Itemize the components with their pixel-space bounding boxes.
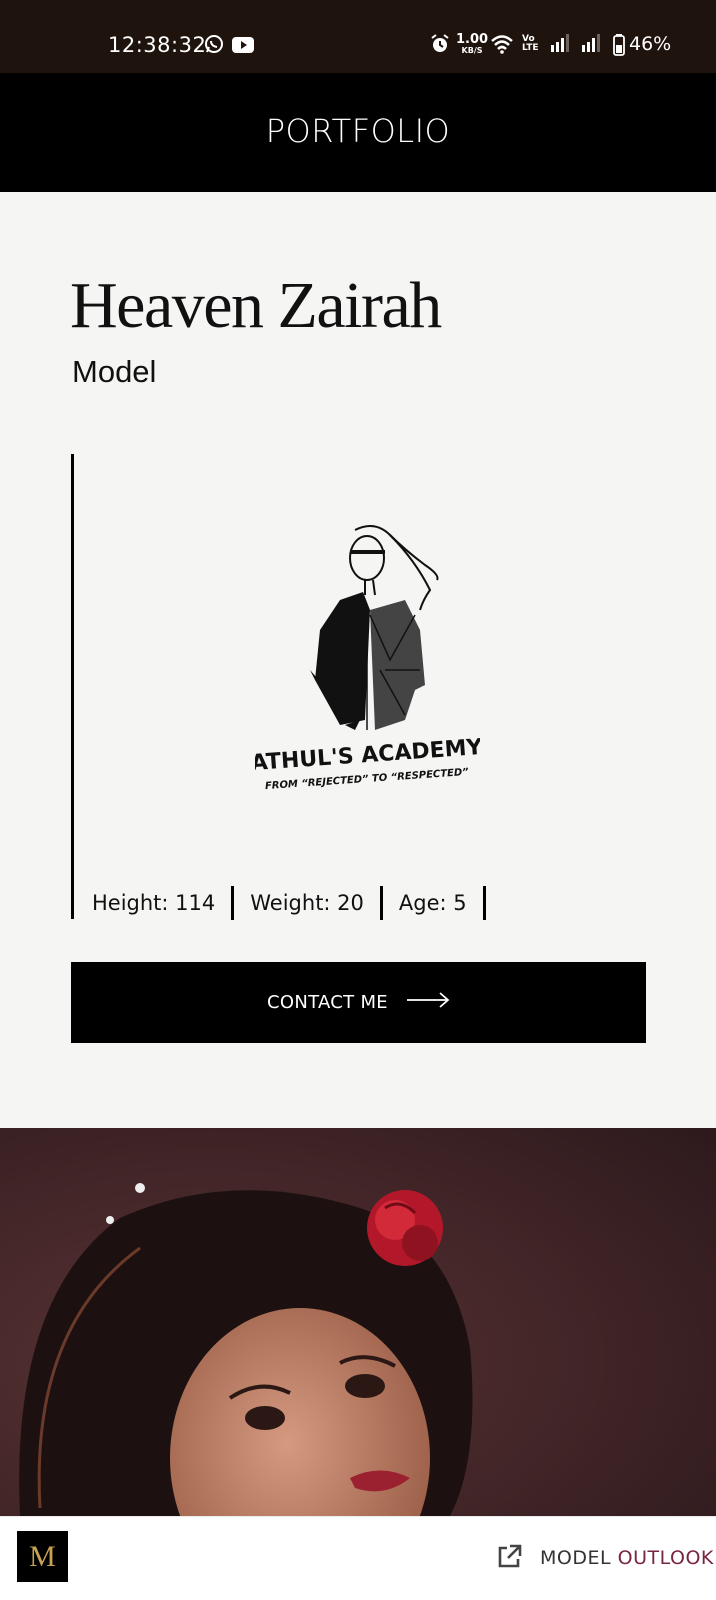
status-time: 12:38:32 <box>108 33 207 57</box>
stat-divider <box>231 886 235 920</box>
profile-name: Heaven Zairah <box>70 269 442 342</box>
status-bar: 12:38:32 1.00 KB/S Vo LTE 46% <box>0 0 716 73</box>
page-title: PORTFOLIO <box>265 112 451 150</box>
brand-text-part1: MODEL <box>540 1547 618 1569</box>
stat-divider <box>482 886 486 920</box>
signal-icon <box>582 34 602 57</box>
battery-icon <box>613 34 625 61</box>
network-speed: 1.00 KB/S <box>456 32 489 55</box>
alarm-icon <box>430 34 450 59</box>
bottom-bar: M MODEL OUTLOOK <box>0 1516 716 1600</box>
brand-text-part2: OUTLOOK <box>617 1547 714 1569</box>
stat-age: Age: 5 <box>399 886 502 920</box>
arrow-right-icon <box>406 992 450 1013</box>
stats-row: Height: 114 Weight: 20 Age: 5 <box>92 886 502 920</box>
contact-me-label: CONTACT ME <box>267 992 388 1013</box>
divider-line <box>71 454 74 919</box>
volte-icon: Vo LTE <box>522 34 539 53</box>
stat-age-label: Age: 5 <box>398 891 467 915</box>
academy-logo: ATHUL'S ACADEMY FROM “REJECTED” TO “RESP… <box>250 520 484 805</box>
model-photo <box>0 1128 716 1516</box>
stat-divider <box>379 886 383 920</box>
stat-weight-label: Weight: 20 <box>250 891 364 915</box>
app-header: PORTFOLIO <box>0 73 716 192</box>
battery-percent: 46% <box>629 33 672 55</box>
stat-height-label: Height: 114 <box>92 891 216 915</box>
profile-role: Model <box>72 354 157 389</box>
model-outlook-link[interactable]: MODEL OUTLOOK <box>540 1547 714 1569</box>
stat-height: Height: 114 <box>92 886 250 920</box>
contact-me-button[interactable]: CONTACT ME <box>71 962 646 1043</box>
wifi-icon <box>490 34 514 59</box>
youtube-icon <box>232 37 254 58</box>
signal-icon <box>551 34 571 57</box>
model-outlook-logo[interactable]: M <box>17 1531 68 1582</box>
external-link-icon[interactable] <box>496 1544 522 1575</box>
whatsapp-icon <box>204 34 224 59</box>
stat-weight: Weight: 20 <box>250 886 399 920</box>
